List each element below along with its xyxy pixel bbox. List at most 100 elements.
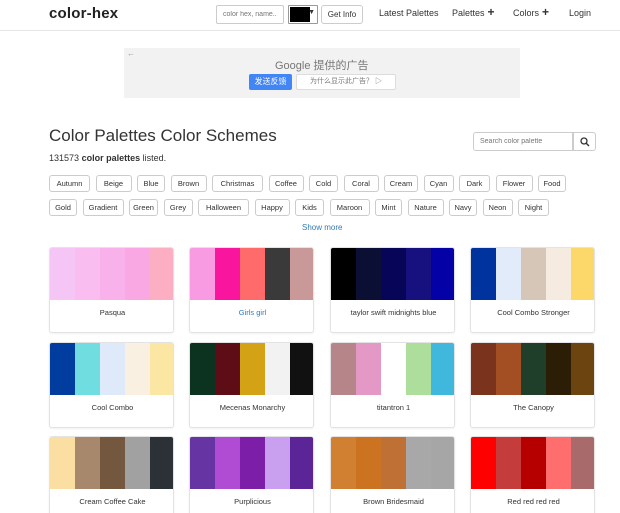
arrow-left-icon[interactable]: ← — [127, 49, 135, 58]
palette-search-input[interactable] — [473, 132, 573, 151]
palette-name[interactable]: Purplicious — [190, 497, 313, 506]
tag-grey[interactable]: Grey — [163, 199, 193, 216]
tag-cold[interactable]: Cold — [309, 175, 338, 192]
palette-color-swatch[interactable] — [215, 437, 240, 489]
tag-kids[interactable]: Kids — [295, 199, 324, 216]
tag-gold[interactable]: Gold — [49, 199, 77, 216]
palette-color-swatch[interactable] — [125, 343, 150, 395]
palette-color-swatch[interactable] — [100, 437, 125, 489]
show-more-link[interactable]: Show more — [302, 223, 342, 232]
palette-color-swatch[interactable] — [265, 437, 290, 489]
palette-color-swatch[interactable] — [125, 437, 150, 489]
palette-color-swatch[interactable] — [496, 248, 521, 300]
palette-name[interactable]: The Canopy — [471, 403, 594, 412]
nav-palettes-dropdown[interactable]: Palettes + — [452, 6, 495, 18]
tag-coral[interactable]: Coral — [343, 175, 379, 192]
palette-color-swatch[interactable] — [406, 437, 431, 489]
palette-color-swatch[interactable] — [331, 248, 356, 300]
palette-color-swatch[interactable] — [381, 343, 406, 395]
color-search-input[interactable] — [216, 5, 284, 24]
palette-card[interactable]: The Canopy — [470, 342, 595, 428]
tag-navy[interactable]: Navy — [449, 199, 477, 216]
palette-color-swatch[interactable] — [356, 343, 381, 395]
tag-dark[interactable]: Dark — [459, 175, 490, 192]
palette-color-swatch[interactable] — [471, 437, 496, 489]
palette-color-swatch[interactable] — [546, 343, 571, 395]
palette-name[interactable]: Red red red red — [471, 497, 594, 506]
palette-search-button[interactable] — [573, 132, 596, 151]
palette-color-swatch[interactable] — [406, 248, 431, 300]
palette-color-swatch[interactable] — [215, 343, 240, 395]
palette-name[interactable]: Cream Coffee Cake — [50, 497, 173, 506]
palette-color-swatch[interactable] — [356, 248, 381, 300]
tag-blue[interactable]: Blue — [137, 175, 165, 192]
palette-color-swatch[interactable] — [521, 437, 546, 489]
nav-latest-palettes[interactable]: Latest Palettes — [379, 8, 439, 18]
tag-halloween[interactable]: Halloween — [198, 199, 249, 216]
nav-login[interactable]: Login — [569, 8, 591, 18]
tag-maroon[interactable]: Maroon — [329, 199, 370, 216]
palette-color-swatch[interactable] — [571, 248, 594, 300]
palette-color-swatch[interactable] — [381, 437, 406, 489]
palette-card[interactable]: titantron 1 — [330, 342, 455, 428]
palette-color-swatch[interactable] — [471, 343, 496, 395]
palette-name[interactable]: Cool Combo Stronger — [471, 308, 594, 317]
tag-food[interactable]: Food — [538, 175, 566, 192]
palette-name[interactable]: Mecenas Monarchy — [190, 403, 313, 412]
palette-name[interactable]: Girls girl — [190, 308, 313, 317]
palette-card[interactable]: Red red red red — [470, 436, 595, 513]
palette-color-swatch[interactable] — [240, 343, 265, 395]
palette-color-swatch[interactable] — [431, 437, 454, 489]
nav-colors-dropdown[interactable]: Colors + — [513, 6, 549, 18]
palette-color-swatch[interactable] — [240, 248, 265, 300]
tag-green[interactable]: Green — [129, 199, 158, 216]
palette-color-swatch[interactable] — [471, 248, 496, 300]
palette-color-swatch[interactable] — [265, 248, 290, 300]
palette-color-swatch[interactable] — [240, 437, 265, 489]
palette-color-swatch[interactable] — [75, 343, 100, 395]
palette-color-swatch[interactable] — [381, 248, 406, 300]
palette-name[interactable]: taylor swift midnights blue — [331, 308, 454, 317]
palette-color-swatch[interactable] — [290, 437, 313, 489]
palette-color-swatch[interactable] — [331, 343, 356, 395]
palette-color-swatch[interactable] — [150, 437, 173, 489]
palette-card[interactable]: Cool Combo — [49, 342, 174, 428]
tag-neon[interactable]: Neon — [482, 199, 513, 216]
palette-color-swatch[interactable] — [546, 437, 571, 489]
palette-color-swatch[interactable] — [215, 248, 240, 300]
palette-color-swatch[interactable] — [546, 248, 571, 300]
why-this-ad-button[interactable]: 为什么显示此广告？ ▷ — [296, 74, 396, 90]
send-feedback-button[interactable]: 发送反馈 — [249, 74, 292, 90]
palette-color-swatch[interactable] — [190, 343, 215, 395]
palette-color-swatch[interactable] — [521, 248, 546, 300]
palette-color-swatch[interactable] — [431, 343, 454, 395]
tag-autumn[interactable]: Autumn — [49, 175, 90, 192]
palette-card[interactable]: Pasqua — [49, 247, 174, 333]
palette-color-swatch[interactable] — [50, 248, 75, 300]
palette-card[interactable]: Girls girl — [189, 247, 314, 333]
palette-color-swatch[interactable] — [150, 343, 173, 395]
palette-card[interactable]: Mecenas Monarchy — [189, 342, 314, 428]
palette-color-swatch[interactable] — [290, 343, 313, 395]
tag-nature[interactable]: Nature — [407, 199, 444, 216]
palette-color-swatch[interactable] — [75, 437, 100, 489]
palette-card[interactable]: Purplicious — [189, 436, 314, 513]
palette-card[interactable]: taylor swift midnights blue — [330, 247, 455, 333]
get-info-button[interactable]: Get Info — [321, 5, 363, 24]
palette-color-swatch[interactable] — [331, 437, 356, 489]
palette-name[interactable]: Pasqua — [50, 308, 173, 317]
tag-coffee[interactable]: Coffee — [268, 175, 304, 192]
palette-color-swatch[interactable] — [100, 248, 125, 300]
tag-happy[interactable]: Happy — [254, 199, 290, 216]
palette-color-swatch[interactable] — [571, 437, 594, 489]
tag-night[interactable]: Night — [518, 199, 549, 216]
palette-color-swatch[interactable] — [75, 248, 100, 300]
palette-color-swatch[interactable] — [571, 343, 594, 395]
tag-flower[interactable]: Flower — [495, 175, 533, 192]
tag-gradient[interactable]: Gradient — [82, 199, 124, 216]
palette-color-swatch[interactable] — [190, 248, 215, 300]
palette-color-swatch[interactable] — [406, 343, 431, 395]
palette-color-swatch[interactable] — [521, 343, 546, 395]
tag-mint[interactable]: Mint — [375, 199, 402, 216]
palette-color-swatch[interactable] — [290, 248, 313, 300]
